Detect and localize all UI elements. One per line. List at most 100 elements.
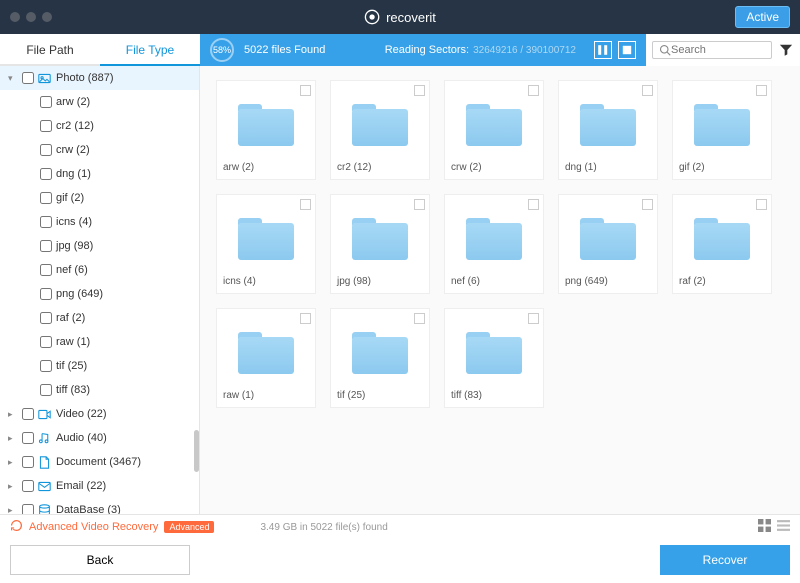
folder-label: arw (2) bbox=[223, 162, 254, 173]
folder-checkbox[interactable] bbox=[300, 85, 311, 96]
folder-checkbox[interactable] bbox=[642, 85, 653, 96]
folder-card[interactable]: cr2 (12) bbox=[330, 80, 430, 180]
sidebar-item[interactable]: gif (2) bbox=[40, 186, 199, 210]
item-label: icns (4) bbox=[56, 214, 191, 230]
sidebar-item[interactable]: raf (2) bbox=[40, 306, 199, 330]
back-button[interactable]: Back bbox=[10, 545, 190, 575]
sidebar-item[interactable]: nef (6) bbox=[40, 258, 199, 282]
folder-card[interactable]: tiff (83) bbox=[444, 308, 544, 408]
item-label: cr2 (12) bbox=[56, 118, 191, 134]
folder-card[interactable]: gif (2) bbox=[672, 80, 772, 180]
sidebar-item[interactable]: cr2 (12) bbox=[40, 114, 199, 138]
folder-checkbox[interactable] bbox=[528, 313, 539, 324]
folder-checkbox[interactable] bbox=[756, 85, 767, 96]
folder-card[interactable]: raf (2) bbox=[672, 194, 772, 294]
item-checkbox[interactable] bbox=[40, 312, 52, 324]
sidebar-item[interactable]: tif (25) bbox=[40, 354, 199, 378]
folder-card[interactable]: dng (1) bbox=[558, 80, 658, 180]
folder-checkbox[interactable] bbox=[528, 85, 539, 96]
folder-checkbox[interactable] bbox=[414, 199, 425, 210]
folder-checkbox[interactable] bbox=[300, 199, 311, 210]
max-dot[interactable] bbox=[42, 12, 52, 22]
folder-icon bbox=[694, 218, 750, 260]
sidebar-item[interactable]: crw (2) bbox=[40, 138, 199, 162]
item-checkbox[interactable] bbox=[40, 264, 52, 276]
item-checkbox[interactable] bbox=[40, 168, 52, 180]
stop-button[interactable] bbox=[618, 41, 636, 59]
category-checkbox[interactable] bbox=[22, 408, 34, 420]
sidebar-category-video[interactable]: ▸Video (22) bbox=[0, 402, 199, 426]
sidebar-category-email[interactable]: ▸Email (22) bbox=[0, 474, 199, 498]
category-checkbox[interactable] bbox=[22, 432, 34, 444]
sidebar-category-database[interactable]: ▸DataBase (3) bbox=[0, 498, 199, 514]
audio-icon bbox=[38, 432, 52, 445]
item-checkbox[interactable] bbox=[40, 360, 52, 372]
folder-checkbox[interactable] bbox=[528, 199, 539, 210]
folder-card[interactable]: crw (2) bbox=[444, 80, 544, 180]
sidebar-item[interactable]: jpg (98) bbox=[40, 234, 199, 258]
item-checkbox[interactable] bbox=[40, 216, 52, 228]
item-checkbox[interactable] bbox=[40, 96, 52, 108]
close-dot[interactable] bbox=[10, 12, 20, 22]
sidebar-item[interactable]: png (649) bbox=[40, 282, 199, 306]
sidebar-item[interactable]: raw (1) bbox=[40, 330, 199, 354]
category-checkbox[interactable] bbox=[22, 72, 34, 84]
category-checkbox[interactable] bbox=[22, 504, 34, 514]
grid-view-button[interactable] bbox=[758, 519, 771, 535]
sidebar-category-audio[interactable]: ▸Audio (40) bbox=[0, 426, 199, 450]
item-label: gif (2) bbox=[56, 190, 191, 206]
sidebar-scrollbar[interactable] bbox=[194, 430, 199, 472]
sidebar-category-photo[interactable]: ▾Photo (887) bbox=[0, 66, 199, 90]
recover-button[interactable]: Recover bbox=[660, 545, 790, 575]
scan-controls bbox=[594, 41, 636, 59]
folder-card[interactable]: tif (25) bbox=[330, 308, 430, 408]
advanced-video-recovery-link[interactable]: Advanced Video Recovery bbox=[29, 521, 158, 533]
category-checkbox[interactable] bbox=[22, 456, 34, 468]
category-label: Email (22) bbox=[56, 478, 191, 494]
list-view-button[interactable] bbox=[777, 519, 790, 535]
folder-card[interactable]: nef (6) bbox=[444, 194, 544, 294]
item-checkbox[interactable] bbox=[40, 144, 52, 156]
folder-icon bbox=[352, 104, 408, 146]
folder-card[interactable]: icns (4) bbox=[216, 194, 316, 294]
folder-card[interactable]: png (649) bbox=[558, 194, 658, 294]
search-box[interactable] bbox=[652, 41, 772, 59]
folder-checkbox[interactable] bbox=[300, 313, 311, 324]
folder-card[interactable]: arw (2) bbox=[216, 80, 316, 180]
folder-label: crw (2) bbox=[451, 162, 482, 173]
search-input[interactable] bbox=[671, 44, 765, 56]
item-checkbox[interactable] bbox=[40, 120, 52, 132]
active-badge[interactable]: Active bbox=[735, 6, 790, 28]
sidebar-item[interactable]: icns (4) bbox=[40, 210, 199, 234]
refresh-icon[interactable] bbox=[10, 519, 23, 535]
search-area bbox=[646, 34, 800, 66]
filter-button[interactable] bbox=[778, 42, 794, 58]
item-checkbox[interactable] bbox=[40, 384, 52, 396]
sidebar-item[interactable]: dng (1) bbox=[40, 162, 199, 186]
folder-checkbox[interactable] bbox=[414, 313, 425, 324]
sidebar-category-document[interactable]: ▸Document (3467) bbox=[0, 450, 199, 474]
tab-file-type[interactable]: File Type bbox=[100, 34, 200, 66]
folder-checkbox[interactable] bbox=[756, 199, 767, 210]
item-checkbox[interactable] bbox=[40, 240, 52, 252]
pause-button[interactable] bbox=[594, 41, 612, 59]
chevron-right-icon: ▸ bbox=[8, 454, 18, 470]
item-checkbox[interactable] bbox=[40, 192, 52, 204]
window-controls[interactable] bbox=[10, 12, 52, 22]
folder-label: tiff (83) bbox=[451, 390, 482, 401]
min-dot[interactable] bbox=[26, 12, 36, 22]
item-label: jpg (98) bbox=[56, 238, 191, 254]
sidebar-item[interactable]: arw (2) bbox=[40, 90, 199, 114]
item-checkbox[interactable] bbox=[40, 288, 52, 300]
sidebar-item[interactable]: tiff (83) bbox=[40, 378, 199, 402]
tab-file-path[interactable]: File Path bbox=[0, 34, 100, 66]
folder-checkbox[interactable] bbox=[642, 199, 653, 210]
folder-card[interactable]: jpg (98) bbox=[330, 194, 430, 294]
item-checkbox[interactable] bbox=[40, 336, 52, 348]
folder-label: dng (1) bbox=[565, 162, 597, 173]
brand: recoverit bbox=[364, 9, 436, 25]
folder-icon bbox=[238, 104, 294, 146]
folder-card[interactable]: raw (1) bbox=[216, 308, 316, 408]
category-checkbox[interactable] bbox=[22, 480, 34, 492]
folder-checkbox[interactable] bbox=[414, 85, 425, 96]
